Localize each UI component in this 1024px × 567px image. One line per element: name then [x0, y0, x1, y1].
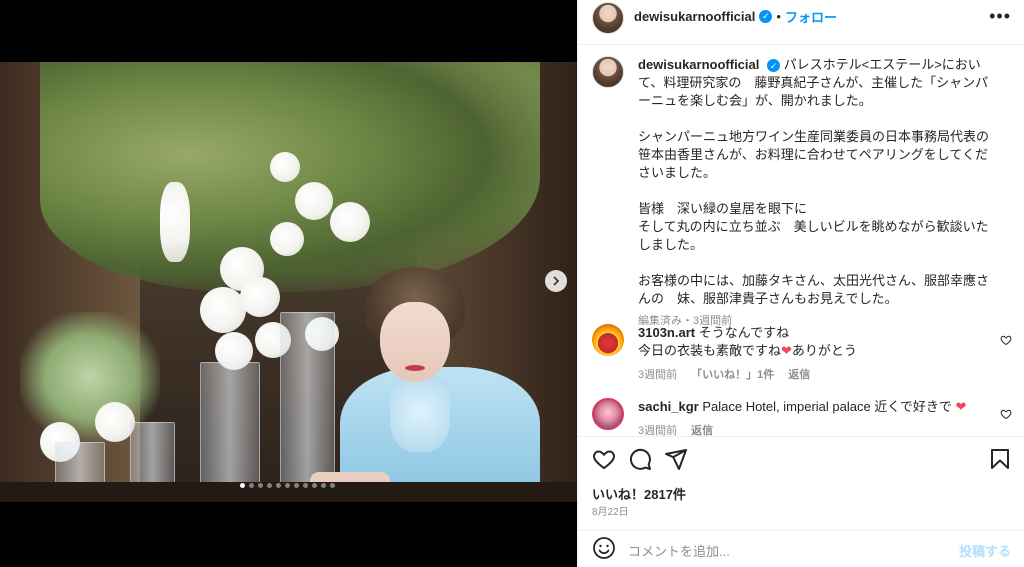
caption-paragraph: お客様の中には、加藤タキさん、太田光代さん、服部幸應さんの 妹、服部津貴子さんも… — [638, 273, 990, 306]
comment-body: sachi_kgr Palace Hotel, imperial palace … — [638, 398, 978, 440]
carousel-dot — [240, 483, 245, 488]
comment-time: 3週間前 — [638, 425, 678, 437]
comment-input[interactable]: コメントを追加... — [628, 541, 959, 560]
post-date: 8月22日 — [592, 507, 629, 518]
author-username[interactable]: dewisukarnoofficial — [634, 9, 755, 24]
like-count[interactable]: いいね！2817件 — [592, 484, 686, 503]
carousel-dot — [267, 483, 272, 488]
smiley-icon[interactable] — [592, 536, 616, 565]
photo-flower — [330, 202, 370, 242]
photo-vase — [200, 362, 260, 502]
post-comment-button[interactable]: 投稿する — [959, 541, 1011, 560]
commenter-avatar[interactable] — [592, 324, 624, 356]
photo-flower — [240, 277, 280, 317]
reply-button[interactable]: 返信 — [691, 422, 713, 440]
post-header: dewisukarnoofficial ✓ • フォロー ••• — [578, 0, 1024, 34]
post-panel: dewisukarnoofficial ✓ • フォロー ••• dewisuk… — [577, 0, 1024, 567]
comment-item: 3103n.art そうなんですね 今日の衣装も素敵ですね❤ありがとう 3週間前… — [592, 324, 1012, 384]
photo-flower — [270, 222, 304, 256]
commenter-username[interactable]: sachi_kgr — [638, 399, 699, 414]
comment-bubble-icon[interactable] — [628, 447, 652, 471]
paper-plane-icon[interactable] — [664, 447, 688, 471]
header-separator: • — [776, 9, 781, 24]
caption-username[interactable]: dewisukarnoofficial — [638, 57, 759, 72]
comment-item: sachi_kgr Palace Hotel, imperial palace … — [592, 398, 1012, 440]
carousel-dot — [285, 483, 290, 488]
more-options-icon[interactable]: ••• — [989, 6, 1011, 27]
comment-text-suffix: ありがとう — [791, 343, 857, 358]
carousel-dot — [330, 483, 335, 488]
bookmark-icon[interactable] — [988, 447, 1012, 471]
header-divider — [578, 44, 1024, 45]
verified-badge-icon: ✓ — [759, 10, 773, 23]
carousel-dot — [249, 483, 254, 488]
actions-divider — [578, 436, 1024, 437]
carousel-next-button[interactable] — [545, 270, 567, 292]
carousel-dot — [321, 483, 326, 488]
heart-icon[interactable] — [592, 447, 616, 471]
comment-meta: 3週間前 返信 — [638, 422, 978, 440]
caption-paragraph: 皆様 深い緑の皇居を眼下に そして丸の内に立ち並ぶ 美しいビルを眺めながら歓談い… — [638, 201, 989, 252]
verified-badge-icon: ✓ — [767, 59, 780, 73]
carousel-dot — [258, 483, 263, 488]
comment-body: 3103n.art そうなんですね 今日の衣装も素敵ですね❤ありがとう 3週間前… — [638, 324, 978, 384]
caption-author-avatar[interactable] — [592, 56, 624, 88]
comment-text: Palace Hotel, imperial palace 近くで好きで — [702, 399, 952, 414]
photo-person — [310, 267, 560, 502]
photo-flower — [200, 287, 246, 333]
comment-likes[interactable]: 「いいね！」1件 — [691, 366, 774, 384]
photo-flower — [95, 402, 135, 442]
caption-body: dewisukarnoofficial ✓ パレスホテル<エステール>において、… — [638, 56, 998, 330]
photo-person-ruffle — [390, 372, 450, 452]
heart-emoji-icon: ❤ — [955, 399, 967, 414]
carousel-dot — [312, 483, 317, 488]
post-media — [0, 0, 577, 567]
commenter-avatar[interactable] — [592, 398, 624, 430]
carousel-indicator — [240, 483, 335, 488]
post-caption: dewisukarnoofficial ✓ パレスホテル<エステール>において、… — [592, 56, 1012, 330]
commenter-username[interactable]: 3103n.art — [638, 325, 695, 340]
carousel-dot — [303, 483, 308, 488]
reply-button[interactable]: 返信 — [788, 366, 810, 384]
photo-flower — [295, 182, 333, 220]
comment-meta: 3週間前 「いいね！」1件 返信 — [638, 366, 978, 384]
photo-flower — [160, 182, 190, 262]
add-comment-bar: コメントを追加... 投稿する — [578, 533, 1024, 567]
comment-like-heart-icon[interactable] — [1000, 408, 1012, 423]
chevron-right-icon — [551, 274, 561, 289]
post-actions — [592, 447, 1012, 471]
follow-button[interactable]: フォロー — [785, 7, 837, 26]
carousel-dot — [276, 483, 281, 488]
caption-paragraph: dewisukarnoofficial ✓ パレスホテル<エステール>において、… — [638, 56, 998, 110]
caption-paragraph: シャンパーニュ地方ワイン生産同業委員の日本事務局代表の笹本由香里さんが、お料理に… — [638, 129, 990, 180]
comment-time: 3週間前 — [638, 369, 678, 381]
post-photo[interactable] — [0, 62, 577, 502]
author-avatar[interactable] — [592, 1, 624, 34]
photo-person-lips — [405, 365, 425, 371]
photo-vase — [280, 312, 335, 497]
carousel-dot — [294, 483, 299, 488]
comment-input-divider — [578, 530, 1024, 531]
heart-emoji-icon: ❤ — [781, 343, 792, 358]
comment-like-heart-icon[interactable] — [1000, 334, 1012, 349]
photo-flower — [270, 152, 300, 182]
